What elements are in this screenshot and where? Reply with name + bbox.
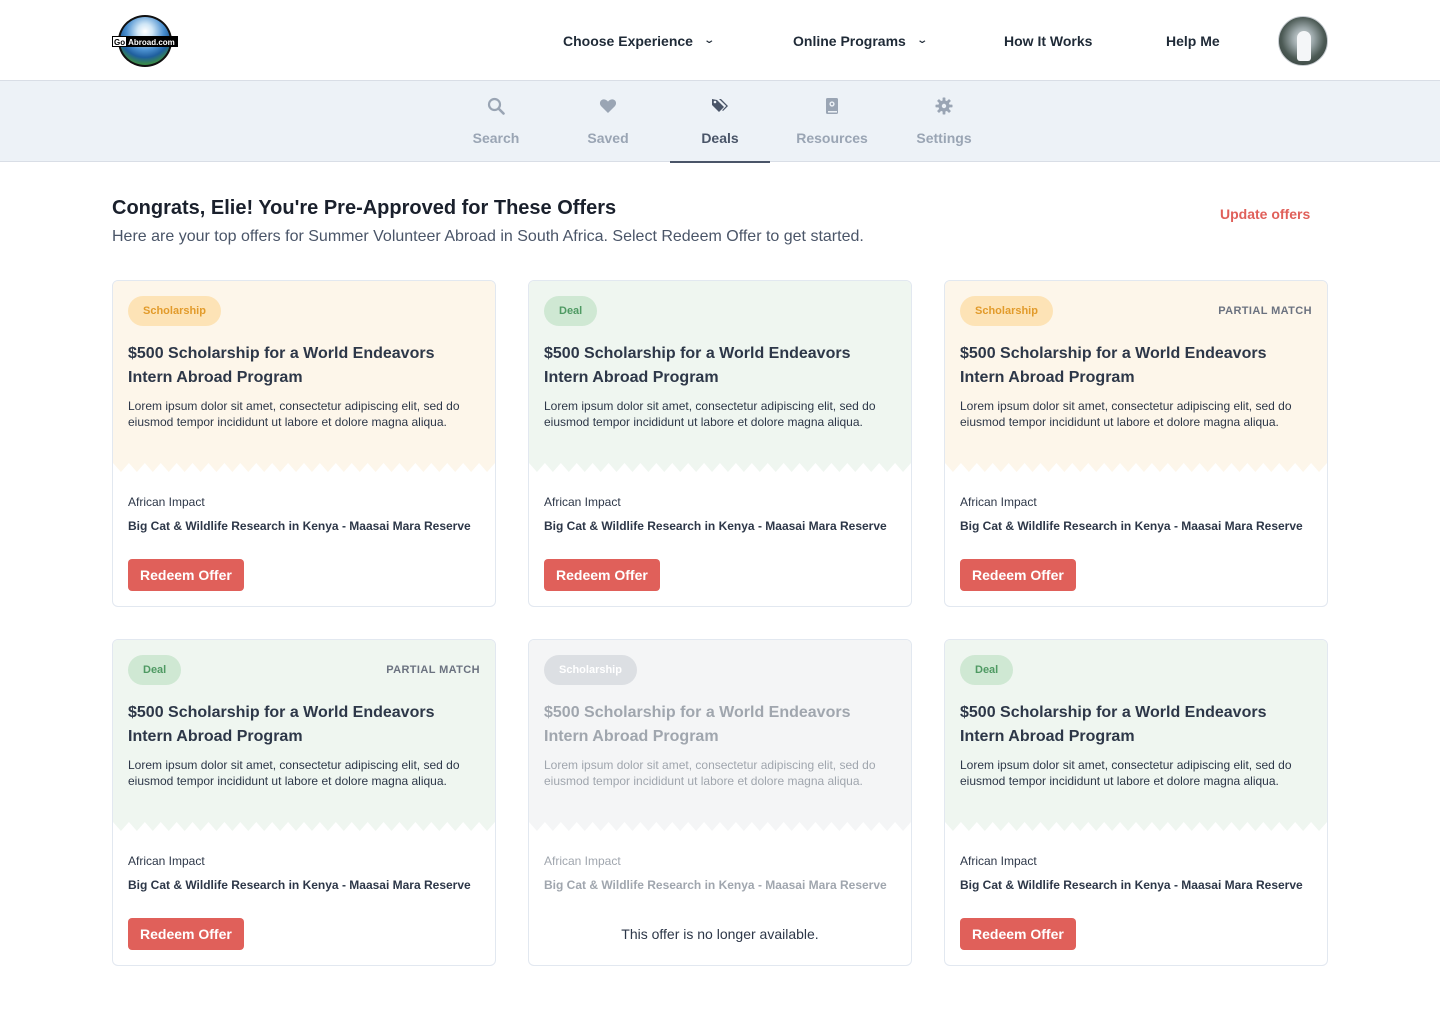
offer-description: Lorem ipsum dolor sit amet, consectetur … (128, 758, 460, 788)
offer-card: Scholarship $500 Scholarship for a World… (528, 639, 912, 966)
tab-deals[interactable]: Deals (670, 81, 770, 163)
user-avatar[interactable] (1278, 16, 1328, 66)
nav-label: How It Works (1004, 32, 1093, 49)
nav-online-programs[interactable]: Online Programs ⌄ (793, 0, 928, 81)
tab-resources[interactable]: Resources (782, 81, 882, 162)
redeem-offer-button[interactable]: Redeem Offer (960, 559, 1076, 591)
offer-description: Lorem ipsum dolor sit amet, consectetur … (544, 399, 876, 429)
offer-program: Big Cat & Wildlife Research in Kenya - M… (544, 519, 887, 533)
logo-wordmark: Go Abroad.com (112, 36, 178, 47)
offer-card: Deal PARTIAL MATCH $500 Scholarship for … (112, 639, 496, 966)
offer-description: Lorem ipsum dolor sit amet, consectetur … (960, 399, 1292, 429)
logo-go: Go (113, 37, 127, 47)
tab-label: Deals (701, 130, 739, 146)
nav-choose-experience[interactable]: Choose Experience ⌄ (563, 0, 716, 81)
zigzag-divider (945, 822, 1327, 831)
offer-type-badge: Scholarship (128, 296, 221, 326)
top-header: Go Abroad.com Choose Experience ⌄ Online… (0, 0, 1440, 81)
tags-icon (712, 99, 728, 112)
redeem-offer-button[interactable]: Redeem Offer (960, 918, 1076, 950)
goabroad-logo[interactable]: Go Abroad.com (112, 15, 180, 67)
zigzag-divider (113, 822, 495, 831)
tab-settings[interactable]: Settings (894, 81, 994, 162)
tab-label: Saved (587, 130, 629, 146)
offer-title: $500 Scholarship for a World Endeavors I… (544, 704, 851, 745)
nav-label: Choose Experience (563, 32, 693, 49)
offer-type-badge: Scholarship (960, 296, 1053, 326)
offer-provider: African Impact (128, 495, 205, 509)
offer-description: Lorem ipsum dolor sit amet, consectetur … (960, 758, 1292, 788)
offer-title: $500 Scholarship for a World Endeavors I… (128, 704, 435, 745)
offer-program: Big Cat & Wildlife Research in Kenya - M… (960, 878, 1303, 892)
offer-title: $500 Scholarship for a World Endeavors I… (960, 704, 1267, 745)
logo-abroad: Abroad.com (126, 37, 177, 47)
offer-program: Big Cat & Wildlife Research in Kenya - M… (128, 519, 471, 533)
redeem-offer-button[interactable]: Redeem Offer (128, 918, 244, 950)
book-icon (826, 98, 838, 114)
page-title: Congrats, Elie! You're Pre-Approved for … (112, 197, 617, 219)
tab-label: Search (472, 130, 520, 146)
offer-provider: African Impact (128, 854, 205, 868)
offer-provider: African Impact (960, 495, 1037, 509)
offer-unavailable-message: This offer is no longer available. (621, 926, 819, 942)
offer-card: Deal $500 Scholarship for a World Endeav… (944, 639, 1328, 966)
tab-label: Settings (916, 130, 972, 146)
chevron-down-icon: ⌄ (703, 35, 716, 46)
offer-title: $500 Scholarship for a World Endeavors I… (544, 345, 851, 386)
offer-provider: African Impact (544, 854, 621, 868)
offer-title: $500 Scholarship for a World Endeavors I… (960, 345, 1267, 386)
offer-provider: African Impact (544, 495, 621, 509)
offer-card: Scholarship PARTIAL MATCH $500 Scholarsh… (944, 280, 1328, 607)
partial-match-label: PARTIAL MATCH (386, 664, 480, 676)
update-offers-link[interactable]: Update offers (1220, 206, 1310, 222)
account-subnav: Search Saved Deals Resources Settings (0, 81, 1440, 163)
zigzag-divider (529, 822, 911, 831)
offer-program: Big Cat & Wildlife Research in Kenya - M… (128, 878, 471, 892)
nav-label: Help Me (1166, 32, 1220, 49)
offer-card: Scholarship $500 Scholarship for a World… (112, 280, 496, 607)
nav-label: Online Programs (793, 32, 906, 49)
redeem-offer-button[interactable]: Redeem Offer (544, 559, 660, 591)
offer-type-badge: Deal (544, 296, 598, 326)
offer-description: Lorem ipsum dolor sit amet, consectetur … (128, 399, 460, 429)
zigzag-divider (945, 463, 1327, 472)
tab-label: Resources (796, 130, 868, 146)
partial-match-label: PARTIAL MATCH (1218, 305, 1312, 317)
offer-type-badge: Deal (960, 655, 1014, 685)
redeem-offer-button[interactable]: Redeem Offer (128, 559, 244, 591)
nav-help-me[interactable]: Help Me (1166, 0, 1220, 81)
chevron-down-icon: ⌄ (916, 35, 928, 46)
avatar-figure (1297, 31, 1311, 61)
gear-icon (935, 97, 953, 115)
tab-saved[interactable]: Saved (558, 81, 658, 162)
offer-type-badge: Scholarship (544, 655, 637, 685)
offer-card: Deal $500 Scholarship for a World Endeav… (528, 280, 912, 607)
offer-provider: African Impact (960, 854, 1037, 868)
heart-icon (599, 99, 617, 113)
offer-title: $500 Scholarship for a World Endeavors I… (128, 345, 435, 386)
offer-description: Lorem ipsum dolor sit amet, consectetur … (544, 758, 876, 788)
offer-type-badge: Deal (128, 655, 182, 685)
nav-how-it-works[interactable]: How It Works (1004, 0, 1092, 81)
search-icon (487, 97, 505, 115)
offer-program: Big Cat & Wildlife Research in Kenya - M… (960, 519, 1303, 533)
page-subtitle: Here are your top offers for Summer Volu… (112, 228, 864, 245)
offer-program: Big Cat & Wildlife Research in Kenya - M… (544, 878, 887, 892)
zigzag-divider (529, 463, 911, 472)
zigzag-divider (113, 463, 495, 472)
tab-search[interactable]: Search (446, 81, 546, 162)
